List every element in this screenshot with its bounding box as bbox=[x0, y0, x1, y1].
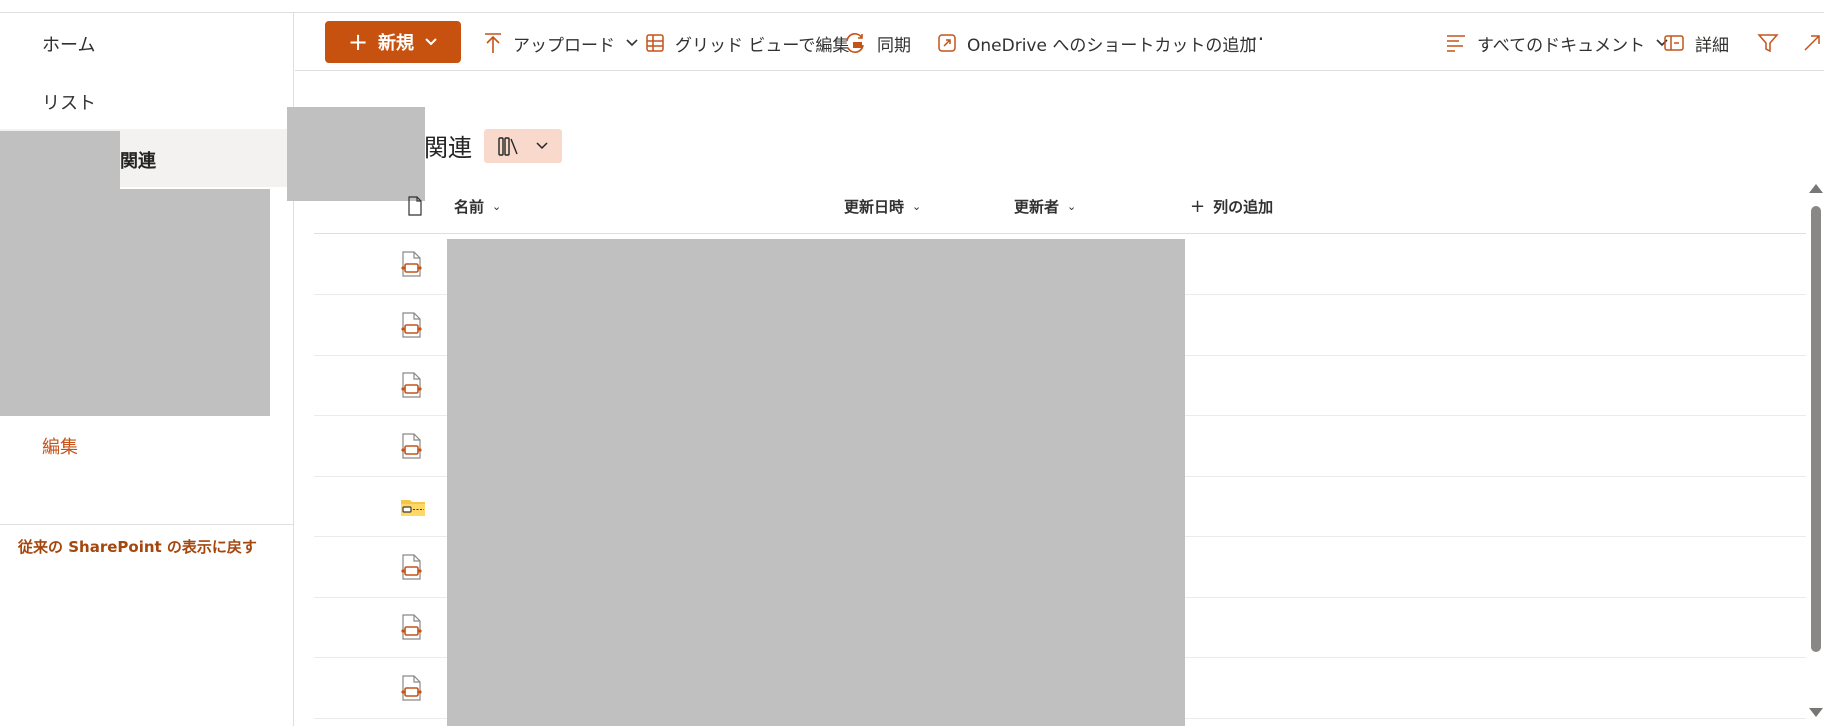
scroll-thumb[interactable] bbox=[1811, 206, 1821, 652]
all-documents-view-button[interactable]: すべてのドキュメント bbox=[1445, 29, 1669, 57]
plus-icon: + bbox=[1190, 196, 1206, 217]
edit-in-grid-view-button[interactable]: グリッド ビューで編集 bbox=[645, 29, 849, 57]
redacted-area bbox=[0, 131, 120, 189]
upload-button[interactable]: アップロード bbox=[483, 29, 639, 57]
command-bar: + 新規 アップロード グリッド ビューで編集 同期 OneDrive へのショ… bbox=[295, 13, 1824, 71]
redacted-area bbox=[447, 239, 1185, 726]
details-pane-icon bbox=[1664, 35, 1684, 51]
upload-icon bbox=[485, 33, 501, 53]
chevron-down-icon: ⌄ bbox=[912, 200, 922, 213]
modified-by-column-label: 更新者 bbox=[1014, 198, 1060, 216]
modified-column-label: 更新日時 bbox=[844, 198, 905, 216]
column-header-row: 名前 ⌄ 更新日時 ⌄ 更新者 ⌄ + 列の追加 bbox=[314, 186, 1806, 234]
sync-button[interactable]: 同期 bbox=[843, 29, 911, 57]
chevron-down-icon bbox=[425, 38, 437, 46]
more-actions-button[interactable]: ··· bbox=[1245, 25, 1264, 53]
zip-folder-icon bbox=[400, 496, 426, 522]
file-icon bbox=[400, 674, 422, 705]
new-button[interactable]: + 新規 bbox=[325, 21, 461, 63]
top-border bbox=[0, 0, 1824, 13]
new-button-label: 新規 bbox=[378, 33, 415, 54]
name-column-header[interactable]: 名前 ⌄ bbox=[454, 196, 501, 217]
sync-label: 同期 bbox=[877, 35, 911, 56]
modified-column-header[interactable]: 更新日時 ⌄ bbox=[844, 196, 921, 217]
more-icon: ··· bbox=[1245, 27, 1265, 51]
nav-edit-link[interactable]: 編集 bbox=[42, 433, 78, 459]
file-icon bbox=[400, 553, 422, 584]
modified-by-column-header[interactable]: 更新者 ⌄ bbox=[1014, 196, 1076, 217]
return-to-classic-link[interactable]: 従来の SharePoint の表示に戻す bbox=[18, 536, 257, 557]
edit-in-grid-view-label: グリッド ビューで編集 bbox=[675, 35, 850, 56]
page-title: 関連 bbox=[424, 134, 472, 162]
all-documents-label: すべてのドキュメント bbox=[1477, 35, 1646, 56]
details-label: 詳細 bbox=[1695, 35, 1729, 56]
file-icon bbox=[400, 614, 422, 644]
redacted-area bbox=[0, 189, 270, 416]
add-column-label: 列の追加 bbox=[1213, 198, 1274, 216]
file-icon bbox=[400, 432, 422, 463]
upload-label: アップロード bbox=[513, 35, 615, 56]
add-onedrive-shortcut-label: OneDrive へのショートカットの追加 bbox=[967, 35, 1257, 56]
sync-icon bbox=[846, 33, 864, 53]
library-view-button[interactable] bbox=[484, 128, 562, 163]
expand-icon bbox=[1804, 35, 1820, 51]
vertical-scrollbar[interactable] bbox=[1806, 180, 1824, 726]
filter-icon bbox=[1757, 34, 1779, 53]
library-header: 関連 bbox=[424, 128, 562, 163]
view-list-icon bbox=[1447, 35, 1465, 52]
file-icon bbox=[400, 251, 422, 281]
name-column-label: 名前 bbox=[454, 198, 485, 216]
chevron-down-icon: ⌄ bbox=[492, 200, 502, 213]
shortcut-icon bbox=[938, 34, 956, 52]
file-type-column-header[interactable] bbox=[406, 196, 424, 216]
plus-icon: + bbox=[347, 28, 369, 56]
file-icon bbox=[400, 311, 422, 342]
chevron-down-icon bbox=[626, 39, 638, 47]
filter-button[interactable] bbox=[1757, 29, 1779, 57]
library-icon bbox=[498, 136, 518, 156]
document-icon bbox=[408, 196, 422, 216]
grid-icon bbox=[646, 34, 664, 52]
nav-item-list[interactable]: リスト bbox=[42, 89, 96, 115]
chevron-down-icon: ⌄ bbox=[1067, 200, 1077, 213]
scroll-down-arrow[interactable] bbox=[1809, 708, 1823, 717]
nav-item-home[interactable]: ホーム bbox=[42, 31, 95, 57]
scroll-up-arrow[interactable] bbox=[1809, 184, 1823, 193]
chevron-down-icon bbox=[536, 141, 548, 149]
nav-divider bbox=[0, 524, 294, 525]
details-pane-button[interactable]: 詳細 bbox=[1663, 29, 1729, 57]
add-onedrive-shortcut-button[interactable]: OneDrive へのショートカットの追加 bbox=[937, 29, 1256, 57]
add-column-button[interactable]: + 列の追加 bbox=[1190, 196, 1273, 217]
expand-button[interactable] bbox=[1801, 29, 1823, 57]
file-icon bbox=[400, 372, 422, 402]
nav-item-related-label: 関連 bbox=[120, 151, 156, 172]
